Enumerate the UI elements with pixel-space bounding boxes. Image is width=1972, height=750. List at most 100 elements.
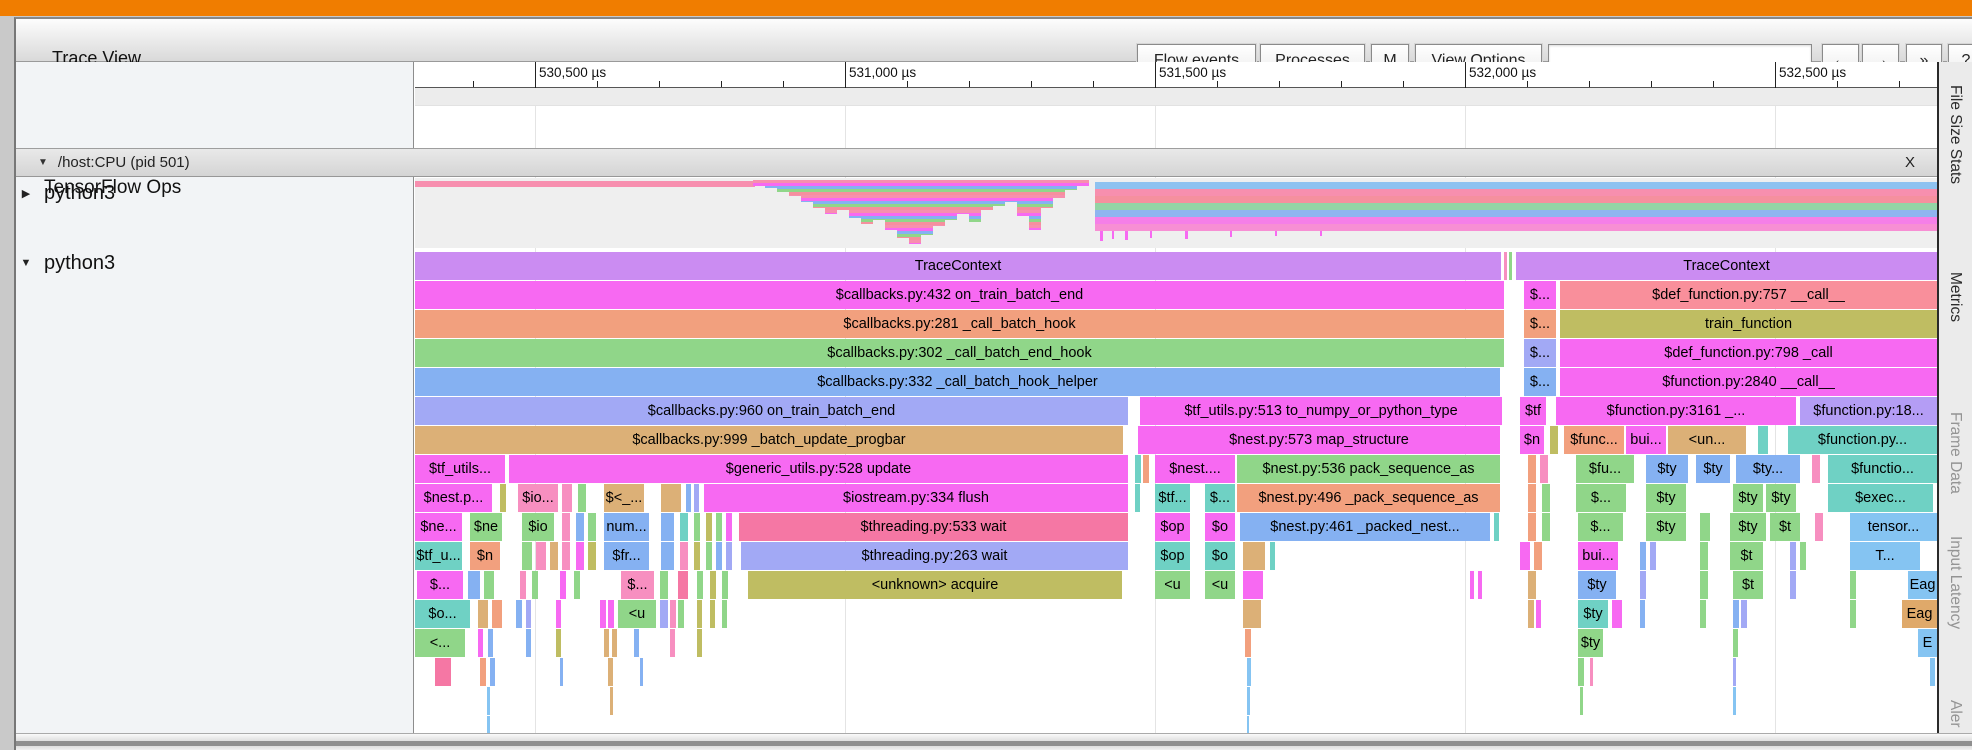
flame-segment[interactable]: [600, 600, 606, 628]
flame-segment[interactable]: $ty: [1733, 484, 1763, 512]
flame-segment[interactable]: [487, 687, 490, 715]
flame-segment[interactable]: [1528, 455, 1536, 483]
flame-segment[interactable]: $function.py:2840 __call__: [1560, 368, 1937, 396]
flame-segment[interactable]: [1542, 513, 1550, 541]
flame-segment[interactable]: [1243, 600, 1261, 628]
flame-segment[interactable]: [634, 629, 639, 657]
flame-segment[interactable]: [550, 542, 558, 570]
flame-segment[interactable]: [516, 600, 522, 628]
flame-segment[interactable]: [480, 658, 486, 686]
flame-segment[interactable]: $nest....: [1155, 455, 1235, 483]
flame-segment[interactable]: [1700, 571, 1708, 599]
flame-segment[interactable]: [492, 600, 502, 628]
flame-segment[interactable]: [661, 542, 674, 570]
flame-segment[interactable]: $ty: [1646, 484, 1686, 512]
flame-segment[interactable]: [1528, 600, 1534, 628]
flame-segment[interactable]: $<_...: [604, 484, 644, 512]
flame-segment[interactable]: E: [1918, 629, 1937, 657]
flame-segment[interactable]: $function.py:18...: [1800, 397, 1937, 425]
flame-segment[interactable]: [726, 542, 732, 570]
flame-segment[interactable]: [1815, 513, 1823, 541]
flame-segment[interactable]: [1470, 571, 1474, 599]
flame-segment[interactable]: [1135, 484, 1140, 512]
flame-segment[interactable]: <u: [618, 600, 656, 628]
flame-segment[interactable]: [1790, 571, 1796, 599]
flame-segment[interactable]: [660, 571, 668, 599]
flame-segment[interactable]: [435, 658, 451, 686]
flame-segment[interactable]: [576, 513, 584, 541]
flame-segment[interactable]: $op: [1155, 542, 1190, 570]
flame-segment[interactable]: [1540, 455, 1548, 483]
flame-segment[interactable]: $t: [1730, 542, 1763, 570]
flame-segment[interactable]: $iostream.py:334 flush: [704, 484, 1128, 512]
flame-segment[interactable]: $...: [1524, 339, 1556, 367]
flame-segment[interactable]: Eag: [1902, 600, 1937, 628]
flame-segment[interactable]: [1270, 542, 1275, 570]
flame-segment[interactable]: [1590, 658, 1593, 686]
flame-segment[interactable]: [532, 571, 538, 599]
flame-segment[interactable]: [478, 629, 483, 657]
flame-segment[interactable]: [526, 600, 531, 628]
flame-segment[interactable]: [1528, 513, 1536, 541]
flame-segment[interactable]: $ty: [1646, 455, 1688, 483]
flame-segment[interactable]: [694, 484, 699, 512]
flame-segment[interactable]: $callbacks.py:332 _call_batch_hook_helpe…: [415, 368, 1500, 396]
flame-segment[interactable]: [574, 571, 580, 599]
flame-segment[interactable]: Eag: [1908, 571, 1937, 599]
flame-segment[interactable]: $ty: [1578, 600, 1608, 628]
flame-segment[interactable]: $generic_utils.py:528 update: [509, 455, 1128, 483]
flame-segment[interactable]: [722, 600, 727, 628]
flame-segment[interactable]: [706, 542, 712, 570]
flame-segment[interactable]: $ty...: [1736, 455, 1800, 483]
flame-segment[interactable]: [1528, 571, 1536, 599]
flame-segment[interactable]: [1700, 542, 1708, 570]
flame-segment[interactable]: [1640, 600, 1645, 628]
flame-segment[interactable]: [706, 513, 712, 541]
flame-segment[interactable]: [1520, 542, 1530, 570]
flame-segment[interactable]: $ty: [1578, 571, 1616, 599]
flame-segment[interactable]: [556, 600, 561, 628]
flame-segment[interactable]: num...: [604, 513, 649, 541]
flame-segment[interactable]: [468, 571, 480, 599]
flame-segment[interactable]: [1758, 426, 1768, 454]
flame-segment[interactable]: $tf_utils.py:513 to_numpy_or_python_type: [1140, 397, 1502, 425]
chevron-down-icon[interactable]: ▼: [16, 257, 36, 269]
flame-segment[interactable]: [526, 629, 531, 657]
flame-segment[interactable]: [536, 542, 546, 570]
flame-segment[interactable]: $nest.p...: [415, 484, 492, 512]
flame-segment[interactable]: [576, 542, 584, 570]
flame-segment[interactable]: bui...: [1626, 426, 1666, 454]
flame-segment[interactable]: [661, 513, 674, 541]
flame-segment[interactable]: [1640, 571, 1646, 599]
flame-segment[interactable]: $o: [1205, 542, 1235, 570]
flame-segment[interactable]: [562, 484, 572, 512]
flame-segment[interactable]: [520, 571, 526, 599]
flame-segment[interactable]: $op: [1155, 513, 1190, 541]
flame-segment[interactable]: [722, 571, 728, 599]
rail-tab-metrics[interactable]: Metrics: [1946, 272, 1964, 322]
close-icon[interactable]: X: [1905, 154, 1915, 171]
flame-segment[interactable]: [670, 600, 676, 628]
flame-segment[interactable]: [488, 629, 493, 657]
collapsed-track-minimap[interactable]: [415, 178, 1937, 248]
flame-segment[interactable]: $...: [1576, 484, 1626, 512]
flame-segment[interactable]: $callbacks.py:281 _call_batch_hook: [415, 310, 1504, 338]
flame-segment[interactable]: [1850, 571, 1856, 599]
flame-segment[interactable]: [661, 484, 681, 512]
flame-segment[interactable]: [680, 542, 688, 570]
flame-segment[interactable]: $...: [1205, 484, 1235, 512]
flame-segment[interactable]: [678, 600, 684, 628]
flame-segment[interactable]: [1143, 455, 1149, 483]
flame-segment[interactable]: [1528, 484, 1536, 512]
flame-segment[interactable]: $ty: [1646, 513, 1686, 541]
flame-segment[interactable]: [608, 600, 614, 628]
flame-segment[interactable]: [490, 658, 495, 686]
flame-segment[interactable]: $ne...: [415, 513, 462, 541]
flame-segment[interactable]: tensor...: [1850, 513, 1937, 541]
flame-segment[interactable]: [1812, 455, 1820, 483]
flame-segment[interactable]: [716, 542, 722, 570]
flame-segment[interactable]: <un...: [1668, 426, 1746, 454]
flame-segment[interactable]: $n: [1520, 426, 1544, 454]
flame-segment[interactable]: [1245, 629, 1251, 657]
process-header-host-cpu[interactable]: ▼ /host:CPU (pid 501) X: [16, 148, 1937, 177]
